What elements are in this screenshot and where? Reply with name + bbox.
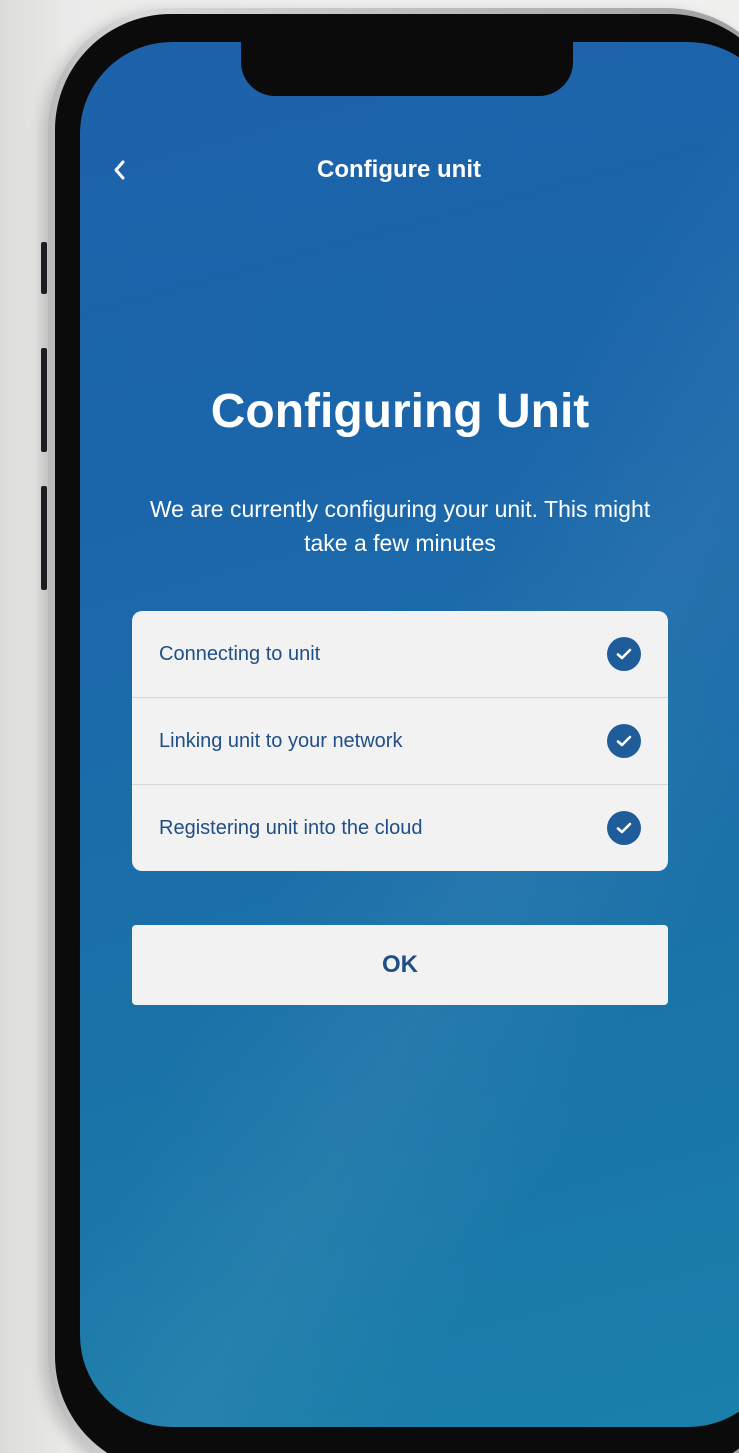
check-circle-icon	[607, 811, 641, 845]
volume-up-button	[41, 348, 47, 452]
page-subtitle: We are currently configuring your unit. …	[149, 496, 651, 556]
step-label: Connecting to unit	[159, 642, 321, 665]
step-registering: Registering unit into the cloud	[132, 785, 668, 871]
configuration-steps-list: Connecting to unit Linking unit to your …	[132, 611, 668, 871]
page-heading: Configuring Unit	[210, 385, 590, 438]
ok-button[interactable]: OK	[132, 925, 668, 1005]
step-label: Registering unit into the cloud	[159, 816, 423, 839]
check-circle-icon	[607, 724, 641, 758]
nav-title: Configure unit	[317, 156, 481, 183]
check-circle-icon	[607, 637, 641, 671]
step-label: Linking unit to your network	[159, 729, 403, 752]
step-linking: Linking unit to your network	[132, 698, 668, 785]
device-stage: Configure unit Configuring Unit We are c…	[0, 0, 739, 1453]
mute-switch	[41, 242, 47, 294]
chevron-left-icon	[114, 160, 125, 180]
phone-notch	[241, 42, 573, 96]
step-connecting: Connecting to unit	[132, 611, 668, 698]
back-button[interactable]	[105, 152, 133, 188]
volume-down-button	[41, 486, 47, 590]
